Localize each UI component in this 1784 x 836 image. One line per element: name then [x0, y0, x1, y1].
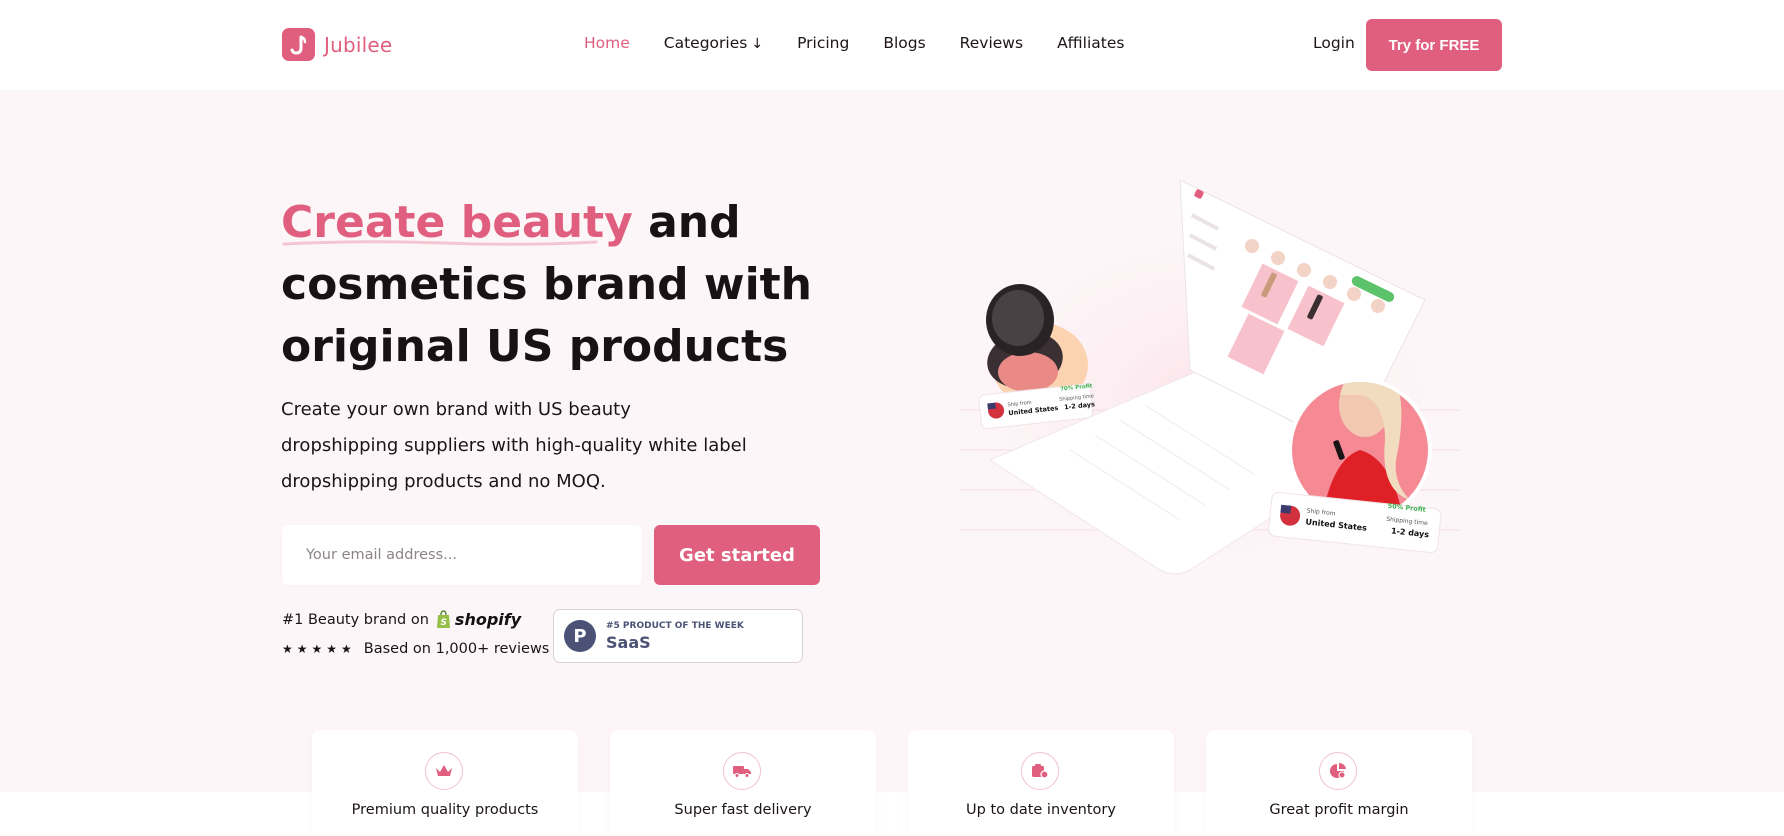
feature-card-inventory: Up to date inventory [908, 730, 1174, 836]
pie-chart-icon [1319, 752, 1357, 790]
nav-reviews[interactable]: Reviews [960, 34, 1023, 52]
crown-icon [425, 752, 463, 790]
login-link[interactable]: Login [1313, 34, 1355, 52]
hero-title: Create beauty and cosmetics brand with o… [281, 192, 821, 378]
nav-categories-label: Categories [663, 34, 748, 52]
ph-badge-title: #5 PRODUCT OF THE WEEK [606, 620, 744, 631]
shopify-wordmark: shopify [454, 610, 522, 629]
main-nav: Home Categories ↓ Pricing Blogs Reviews A… [584, 34, 1158, 52]
try-free-button[interactable]: Try for FREE [1366, 19, 1502, 71]
feature-card-quality: Premium quality products [312, 730, 578, 836]
product-hunt-icon: P [564, 620, 596, 652]
star-rating-icon: ★★★★★ [282, 642, 356, 656]
nav-affiliates[interactable]: Affiliates [1057, 34, 1124, 52]
shopify-rank: #1 Beauty brand on S shopify [282, 610, 521, 629]
shopify-logo: S shopify [435, 610, 521, 629]
rating-row: ★★★★★ Based on 1,000+ reviews [282, 641, 549, 657]
hero-subtitle: Create your own brand with US beauty dro… [281, 399, 747, 492]
ph-badge-text: #5 PRODUCT OF THE WEEK SaaS [606, 621, 744, 652]
hero-illustration: Ship from United States Shipping time 1-… [920, 179, 1500, 610]
svg-text:S: S [440, 618, 446, 628]
product-hunt-badge[interactable]: P #5 PRODUCT OF THE WEEK SaaS [553, 609, 803, 663]
hero-title-rest: and [632, 197, 741, 248]
nav-pricing[interactable]: Pricing [797, 34, 849, 52]
ph-badge-category: SaaS [606, 632, 651, 652]
brand-logo[interactable]: Jubilee [282, 28, 392, 61]
feature-card-profit: Great profit margin [1206, 730, 1472, 836]
reviews-text: Based on 1,000+ reviews [363, 641, 550, 657]
hero-title-line-3: original US products [281, 321, 789, 372]
logo-mark-icon [282, 28, 315, 61]
brand-name: Jubilee [324, 32, 393, 57]
feature-label: Up to date inventory [966, 802, 1116, 818]
nav-blogs[interactable]: Blogs [883, 34, 925, 52]
nav-categories[interactable]: Categories ↓ [664, 34, 763, 52]
rank-text: #1 Beauty brand on [282, 611, 429, 628]
feature-card-delivery: Super fast delivery [610, 730, 876, 836]
features-background [0, 792, 1784, 836]
truck-icon [723, 752, 761, 790]
nav-home[interactable]: Home [584, 34, 630, 52]
hero-title-line-2: cosmetics brand with [281, 259, 813, 310]
arrow-down-icon: ↓ [751, 36, 764, 52]
site-header: Jubilee Home Categories ↓ Pricing Blogs R… [0, 0, 1784, 90]
shopify-bag-icon: S [436, 610, 450, 628]
get-started-button[interactable]: Get started [654, 525, 820, 585]
feature-label: Premium quality products [351, 802, 539, 818]
title-underline-decoration [282, 240, 598, 246]
feature-label: Super fast delivery [674, 802, 812, 818]
feature-label: Great profit margin [1269, 802, 1409, 818]
email-input[interactable] [282, 525, 642, 585]
box-icon [1021, 752, 1059, 790]
